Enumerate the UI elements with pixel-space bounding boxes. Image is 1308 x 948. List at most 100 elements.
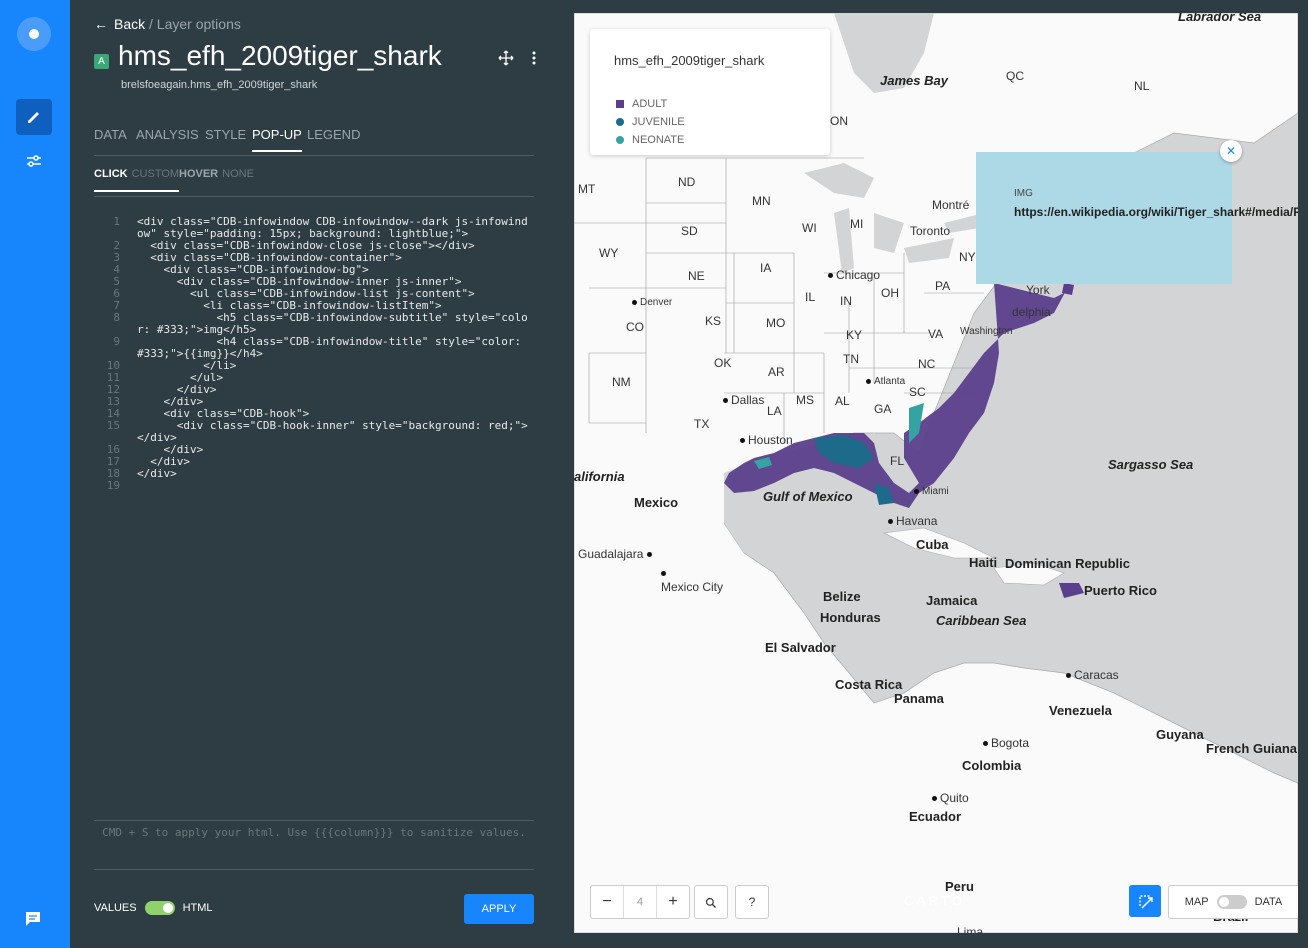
- code-line[interactable]: 1 <div class="CDB-infowindow CDB-infowind…: [94, 216, 534, 240]
- values-html-switch[interactable]: [144, 901, 175, 915]
- panel-divider[interactable]: [558, 0, 574, 948]
- map-label: Caribbean Sea: [936, 613, 1027, 628]
- search-button[interactable]: [694, 885, 728, 919]
- pencil-icon: [28, 112, 39, 123]
- code-line[interactable]: 19: [94, 480, 534, 492]
- zoom-in-button[interactable]: +: [657, 886, 689, 918]
- tab-legend[interactable]: LEGEND: [307, 127, 360, 150]
- map-label: Belize: [823, 589, 861, 604]
- map-label: AL: [835, 394, 850, 408]
- map-label: Lima: [957, 925, 984, 933]
- map-label: MT: [578, 182, 596, 196]
- select-area-button[interactable]: [1129, 885, 1161, 917]
- subtab-hover-option: NONE: [222, 168, 254, 180]
- zoom-out-button[interactable]: −: [591, 886, 624, 918]
- close-icon[interactable]: ✕: [1220, 140, 1242, 162]
- map-label: delphia: [1012, 305, 1051, 319]
- map-view[interactable]: Labrador Sea James Bay QC NL ON MT ND MN…: [574, 13, 1298, 933]
- back-arrow-icon[interactable]: ←: [94, 16, 108, 32]
- map-label: Guyana: [1156, 727, 1204, 742]
- map-label: Dallas: [723, 393, 764, 407]
- layer-title[interactable]: hms_efh_2009tiger_shark: [118, 40, 442, 72]
- code-text: </div>: [137, 443, 204, 456]
- help-button[interactable]: ?: [735, 885, 769, 919]
- map-label-text: Chicago: [836, 268, 881, 282]
- more-options-icon[interactable]: [526, 50, 542, 66]
- map-data-switch[interactable]: [1216, 895, 1247, 909]
- city-dot-icon: [661, 571, 666, 577]
- data-label-toggle: DATA: [1254, 896, 1283, 908]
- map-label: Havana: [888, 514, 937, 528]
- tab-data[interactable]: DATA: [94, 127, 127, 150]
- apply-button[interactable]: APPLY: [464, 894, 534, 924]
- map-data-toggle[interactable]: MAP DATA: [1168, 885, 1298, 919]
- city-dot-icon: [632, 299, 637, 305]
- map-label: Atlanta: [866, 376, 905, 387]
- legend-item: JUVENILE: [616, 116, 685, 128]
- map-label-text: Mexico City: [661, 580, 724, 594]
- map-label: Jamaica: [926, 593, 978, 608]
- map-label: Peru: [945, 879, 974, 894]
- map-label: ND: [678, 175, 696, 189]
- city-dot-icon: [914, 488, 919, 494]
- map-label: Haiti: [969, 555, 998, 570]
- carto-logo-icon[interactable]: [17, 17, 51, 51]
- html-code-editor[interactable]: 1 <div class="CDB-infowindow CDB-infowind…: [94, 216, 534, 492]
- code-line[interactable]: 9 <h4 class="CDB-infowindow-title" style…: [94, 336, 534, 360]
- map-label: SD: [681, 224, 698, 238]
- line-number: 19: [106, 479, 120, 492]
- map-label-text: Denver: [640, 297, 673, 308]
- layer-options-panel: ← Back / Layer options A hms_efh_2009tige…: [70, 0, 558, 948]
- legend-swatch-circle-icon: [616, 136, 624, 144]
- map-label: Colombia: [962, 758, 1022, 773]
- tab-analysis[interactable]: ANALYSIS: [136, 127, 199, 150]
- tab-style[interactable]: STYLE: [205, 127, 246, 150]
- map-label: alifornia: [574, 469, 625, 484]
- chat-icon[interactable]: [24, 910, 42, 928]
- selection-icon: [1139, 895, 1153, 909]
- map-label-text: Atlanta: [874, 376, 906, 387]
- code-line[interactable]: 18 </div>: [94, 468, 534, 480]
- tab-pop-up[interactable]: POP-UP: [252, 127, 302, 152]
- subtab-click[interactable]: CLICK CUSTOM: [94, 168, 180, 192]
- move-icon[interactable]: [498, 50, 514, 66]
- map-label: VA: [928, 327, 944, 341]
- editor-hint: CMD + S to apply your html. Use {{{colum…: [94, 820, 534, 870]
- legend-item: NEONATE: [616, 134, 684, 146]
- city-dot-icon: [828, 273, 833, 279]
- map-settings-button[interactable]: [16, 143, 52, 179]
- map-label: Houston: [740, 433, 793, 447]
- subtab-hover[interactable]: HOVER NONE: [179, 168, 254, 190]
- map-label: IA: [760, 261, 772, 275]
- code-text: <h4 class="CDB-infowindow-title" style="…: [137, 335, 528, 360]
- subtab-click-label: CLICK: [94, 168, 128, 180]
- map-label: KY: [846, 328, 863, 342]
- map-label-text: Dallas: [731, 393, 765, 407]
- map-label: Panama: [894, 691, 944, 706]
- subtab-hover-label: HOVER: [179, 168, 219, 180]
- legend-label: ADULT: [632, 98, 668, 110]
- breadcrumb: ← Back / Layer options: [94, 16, 241, 32]
- map-label-text: Houston: [748, 433, 793, 447]
- breadcrumb-current: / Layer options: [149, 16, 241, 32]
- popup-subtitle: IMG: [1014, 188, 1033, 199]
- map-label: MI: [850, 217, 864, 231]
- code-line[interactable]: 8 <h5 class="CDB-infowindow-subtitle" st…: [94, 312, 534, 336]
- map-label: IN: [840, 294, 852, 308]
- city-dot-icon: [740, 438, 745, 444]
- sliders-icon: [27, 155, 41, 167]
- city-dot-icon: [723, 398, 728, 404]
- back-link[interactable]: Back: [114, 16, 145, 32]
- line-number: 1: [113, 215, 120, 228]
- popup-title: https://en.wikipedia.org/wiki/Tiger_shar…: [1014, 205, 1298, 219]
- map-label: Labrador Sea: [1178, 13, 1262, 24]
- code-line[interactable]: 15 <div class="CDB-hook-inner" style="ba…: [94, 420, 534, 444]
- edit-layers-button[interactable]: [16, 99, 52, 135]
- layer-tabs: DATA ANALYSIS STYLE POP-UP LEGEND: [94, 127, 534, 156]
- map-label: GA: [874, 402, 892, 416]
- map-label: El Salvador: [765, 640, 836, 655]
- map-label: Ecuador: [909, 809, 962, 824]
- map-label-text: Bogota: [991, 736, 1030, 750]
- map-label-toggle: MAP: [1184, 896, 1209, 908]
- map-label: Chicago: [828, 268, 880, 282]
